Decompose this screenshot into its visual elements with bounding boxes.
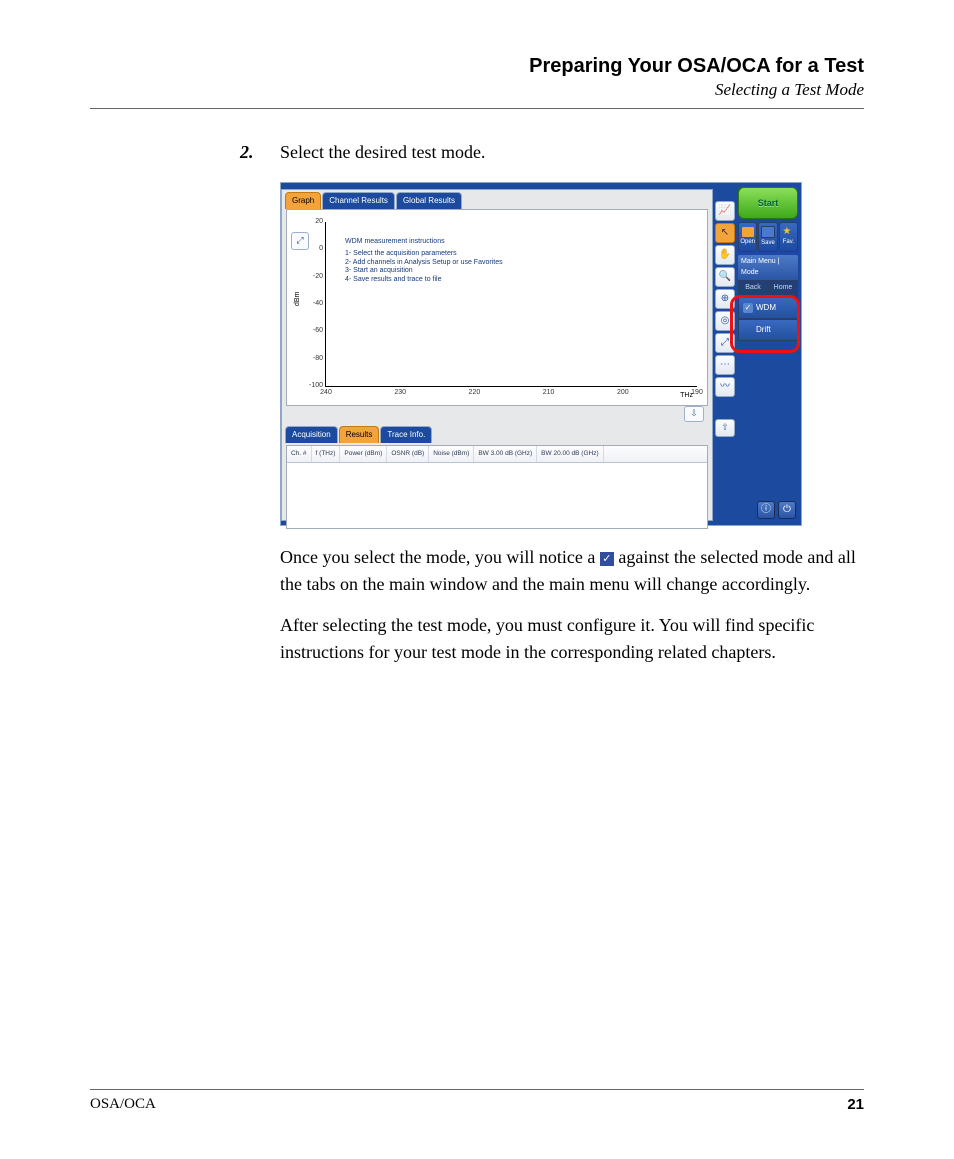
p1-a: Once you select the mode, you will notic… [280,547,600,567]
start-button[interactable]: Start [738,187,798,219]
tab-global-results[interactable]: Global Results [396,192,462,209]
expand-tool-icon[interactable]: ⤢ [715,333,735,353]
instruction-line: 3- Start an acquisition [345,267,413,274]
spectrum-tool-icon[interactable]: 〰 [715,377,735,397]
col-bw3: BW 3.00 dB (GHz) [474,446,537,462]
floppy-icon [761,226,775,238]
footer-page-number: 21 [847,1096,864,1113]
save-button[interactable]: Save [758,222,777,252]
header-rule [90,108,864,109]
mode-drift[interactable]: Drift [738,319,798,341]
power-button-icon[interactable]: ⏻ [778,501,796,519]
col-ch: Ch. # [287,446,312,462]
col-power: Power (dBm) [340,446,387,462]
zoom-tool-icon[interactable]: 🔍 [715,267,735,287]
results-table: Ch. # f (THz) Power (dBm) OSNR (dB) Nois… [286,445,708,529]
folder-open-icon [742,227,754,237]
col-noise: Noise (dBm) [429,446,474,462]
save-label: Save [761,239,775,248]
inline-check-icon: ✓ [600,552,614,566]
side-panel: Start Open Save ★ Fav. Main Menu | [738,187,798,341]
page-header: Preparing Your OSA/OCA for a Test Select… [90,55,864,100]
zoom-reset-icon[interactable]: ⤢ [291,232,309,250]
tab-acquisition[interactable]: Acquisition [285,426,338,443]
paragraph-1: Once you select the mode, you will notic… [280,544,864,598]
capture-tool-icon[interactable]: ◎ [715,311,735,331]
cursor-tool-icon[interactable]: ↖ [715,223,735,243]
step-text: Select the desired test mode. [280,139,864,166]
y-tick: 20 [315,217,323,228]
open-label: Open [740,238,755,247]
instruction-overlay: WDM measurement instructions 1- Select t… [345,238,503,285]
menu-nav: Back Home [738,280,798,297]
tab-channel-results[interactable]: Channel Results [322,192,395,209]
x-tick: 210 [543,388,555,399]
instruction-line: 1- Select the acquisition parameters [345,250,457,257]
x-tick: 220 [469,388,481,399]
nav-home[interactable]: Home [768,280,798,297]
mode-label: Drift [756,324,771,336]
trace-tool-icon[interactable]: 📈 [715,201,735,221]
y-axis-unit: dBm [293,292,304,306]
instruction-line: 4- Save results and trace to file [345,276,442,283]
mode-wdm[interactable]: ✓ WDM [738,297,798,319]
scroll-down-icon[interactable]: ⇩ [684,406,704,422]
step-2: 2. Select the desired test mode. [240,139,864,166]
y-tick: -80 [313,353,323,364]
check-icon: ✓ [743,303,753,313]
step-number: 2. [240,139,262,166]
x-tick: 190 [691,388,703,399]
paragraph-2: After selecting the test mode, you must … [280,612,864,666]
nav-back[interactable]: Back [738,280,768,297]
graph-area: ⤢ dBm THz 20 0 -20 -40 -60 -80 -100 240 … [286,209,708,406]
footer-left: OSA/OCA [90,1096,156,1113]
page-footer: OSA/OCA 21 [90,1081,864,1113]
col-osnr: OSNR (dB) [387,446,429,462]
footer-rule [90,1089,864,1090]
app-screenshot: Graph Channel Results Global Results ⤢ d… [280,182,802,526]
more-tool-icon[interactable]: ⋯ [715,355,735,375]
table-header-row: Ch. # f (THz) Power (dBm) OSNR (dB) Nois… [287,446,707,463]
bottom-tabs: Acquisition Results Trace Info. [282,424,712,443]
header-title: Preparing Your OSA/OCA for a Test [90,55,864,78]
pan-tool-icon[interactable]: ✋ [715,245,735,265]
menu-header: Main Menu | Mode [738,255,798,280]
x-tick: 230 [394,388,406,399]
instruction-title: WDM measurement instructions [345,238,503,247]
tab-trace-info[interactable]: Trace Info. [380,426,432,443]
y-tick: -40 [313,299,323,310]
tool-strip: 📈 ↖ ✋ 🔍 ⊕ ◎ ⤢ ⋯ 〰 [715,201,735,397]
open-button[interactable]: Open [738,222,757,252]
x-tick: 240 [320,388,332,399]
header-subtitle: Selecting a Test Mode [90,80,864,100]
mode-label: WDM [756,302,776,314]
star-icon: ★ [782,227,794,237]
top-tabs: Graph Channel Results Global Results [282,190,712,209]
main-pane: Graph Channel Results Global Results ⤢ d… [281,189,713,521]
y-tick: 0 [319,244,323,255]
file-row: Open Save ★ Fav. [738,222,798,252]
info-button[interactable]: ⓘ [757,501,775,519]
scroll-up-icon[interactable]: ⇧ [715,419,735,437]
col-f: f (THz) [312,446,341,462]
fav-label: Fav. [783,238,794,247]
x-tick: 200 [617,388,629,399]
y-tick: -20 [313,271,323,282]
y-tick: -60 [313,326,323,337]
favorites-button[interactable]: ★ Fav. [779,222,798,252]
tab-results[interactable]: Results [339,426,380,443]
tab-graph[interactable]: Graph [285,192,321,209]
marker-tool-icon[interactable]: ⊕ [715,289,735,309]
instruction-line: 2- Add channels in Analysis Setup or use… [345,259,503,266]
col-bw20: BW 20.00 dB (GHz) [537,446,603,462]
